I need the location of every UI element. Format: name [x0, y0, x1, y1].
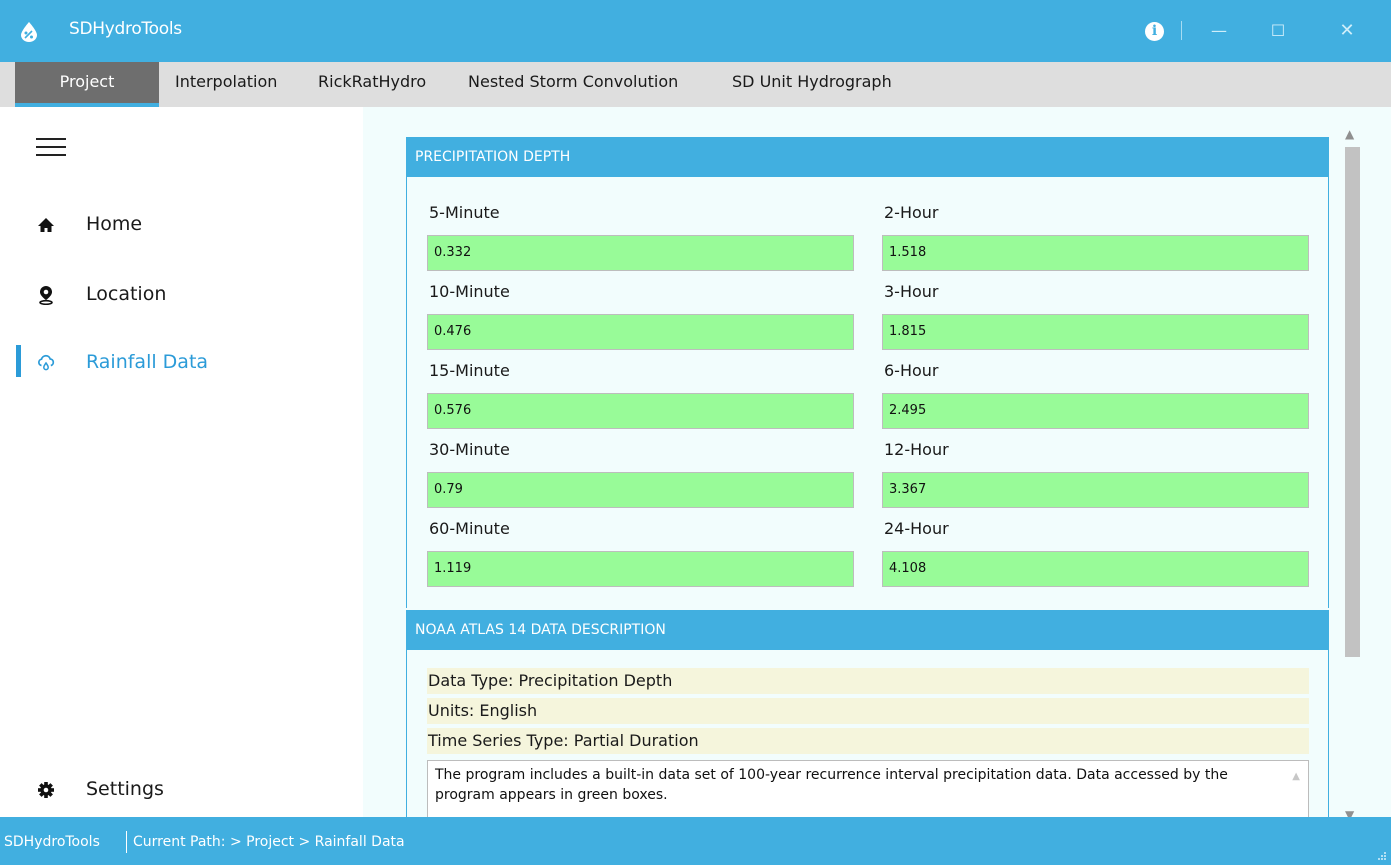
status-current-path: Current Path: > Project > Rainfall Data — [133, 834, 405, 850]
status-bar: SDHydroTools Current Path: > Project > R… — [0, 817, 1391, 865]
description-text: The program includes a built-in data set… — [435, 767, 1228, 803]
status-app-name: SDHydroTools — [4, 834, 100, 850]
precipitation-depth-header: PRECIPITATION DEPTH — [407, 137, 1328, 177]
field-label-24-hour: 24-Hour — [884, 519, 949, 538]
scroll-up-arrow-icon[interactable]: ▲ — [1345, 127, 1354, 141]
field-label-6-hour: 6-Hour — [884, 361, 939, 380]
gear-icon — [38, 782, 54, 798]
content-area: PRECIPITATION DEPTH 5-Minute 0.332 10-Mi… — [363, 107, 1391, 817]
field-label-3-hour: 3-Hour — [884, 282, 939, 301]
field-label-10-minute: 10-Minute — [429, 282, 510, 301]
field-label-12-hour: 12-Hour — [884, 440, 949, 459]
info-icon[interactable]: i — [1145, 22, 1164, 41]
sidebar-item-label: Settings — [86, 778, 164, 800]
window-title: SDHydroTools — [69, 19, 182, 39]
vertical-scrollbar[interactable]: ▲ ▼ — [1338, 127, 1366, 817]
field-value-24-hour[interactable]: 4.108 — [882, 551, 1309, 587]
home-icon — [38, 218, 54, 232]
field-label-15-minute: 15-Minute — [429, 361, 510, 380]
status-separator — [126, 831, 127, 853]
sidebar-item-label: Home — [86, 213, 143, 235]
field-value-30-minute[interactable]: 0.79 — [427, 472, 854, 508]
minimize-button[interactable]: — — [1200, 14, 1238, 48]
field-value-6-hour[interactable]: 2.495 — [882, 393, 1309, 429]
sidebar-item-home[interactable]: Home — [0, 207, 363, 247]
field-label-30-minute: 30-Minute — [429, 440, 510, 459]
precipitation-depth-panel: PRECIPITATION DEPTH 5-Minute 0.332 10-Mi… — [406, 137, 1329, 608]
field-label-5-minute: 5-Minute — [429, 203, 500, 222]
location-pin-icon — [39, 286, 53, 305]
sidebar-item-location[interactable]: Location — [0, 277, 363, 317]
title-bar: SDHydroTools i — ☐ ✕ — [0, 0, 1391, 62]
field-value-15-minute[interactable]: 0.576 — [427, 393, 854, 429]
active-indicator — [16, 345, 21, 377]
description-textbox[interactable]: The program includes a built-in data set… — [427, 760, 1309, 817]
noaa-description-panel: NOAA ATLAS 14 DATA DESCRIPTION Data Type… — [406, 610, 1329, 817]
field-value-2-hour[interactable]: 1.518 — [882, 235, 1309, 271]
noaa-description-header: NOAA ATLAS 14 DATA DESCRIPTION — [407, 610, 1328, 650]
sidebar: Home Location Rainfall Data Settings — [0, 107, 363, 817]
field-label-2-hour: 2-Hour — [884, 203, 939, 222]
close-button[interactable]: ✕ — [1328, 14, 1366, 48]
field-value-12-hour[interactable]: 3.367 — [882, 472, 1309, 508]
scroll-down-arrow-icon[interactable]: ▼ — [1345, 808, 1354, 817]
field-value-60-minute[interactable]: 1.119 — [427, 551, 854, 587]
sidebar-item-settings[interactable]: Settings — [0, 772, 363, 812]
resize-grip-icon[interactable] — [1377, 851, 1387, 861]
menu-item-sd-unit-hydrograph[interactable]: SD Unit Hydrograph — [732, 62, 892, 107]
hamburger-menu-icon[interactable] — [36, 138, 66, 156]
cloud-rain-icon — [38, 354, 55, 371]
maximize-button[interactable]: ☐ — [1259, 14, 1297, 48]
menu-bar: Project Interpolation RickRatHydro Neste… — [0, 62, 1391, 107]
field-value-10-minute[interactable]: 0.476 — [427, 314, 854, 350]
menu-item-nested-storm-convolution[interactable]: Nested Storm Convolution — [468, 62, 678, 107]
field-label-60-minute: 60-Minute — [429, 519, 510, 538]
sidebar-item-rainfall-data[interactable]: Rainfall Data — [0, 345, 363, 385]
menu-item-project[interactable]: Project — [15, 62, 159, 107]
units-text: Units: English — [427, 698, 1309, 724]
sidebar-item-label: Rainfall Data — [86, 351, 209, 373]
time-series-type-text: Time Series Type: Partial Duration — [427, 728, 1309, 754]
field-value-3-hour[interactable]: 1.815 — [882, 314, 1309, 350]
scrollbar-thumb[interactable] — [1345, 147, 1360, 657]
titlebar-separator — [1181, 21, 1182, 40]
sidebar-item-label: Location — [86, 283, 167, 305]
scroll-up-arrow-icon[interactable]: ▲ — [1292, 767, 1300, 787]
water-drop-icon — [21, 22, 37, 42]
menu-item-interpolation[interactable]: Interpolation — [175, 62, 277, 107]
field-value-5-minute[interactable]: 0.332 — [427, 235, 854, 271]
menu-item-rickrathydro[interactable]: RickRatHydro — [318, 62, 426, 107]
data-type-text: Data Type: Precipitation Depth — [427, 668, 1309, 694]
